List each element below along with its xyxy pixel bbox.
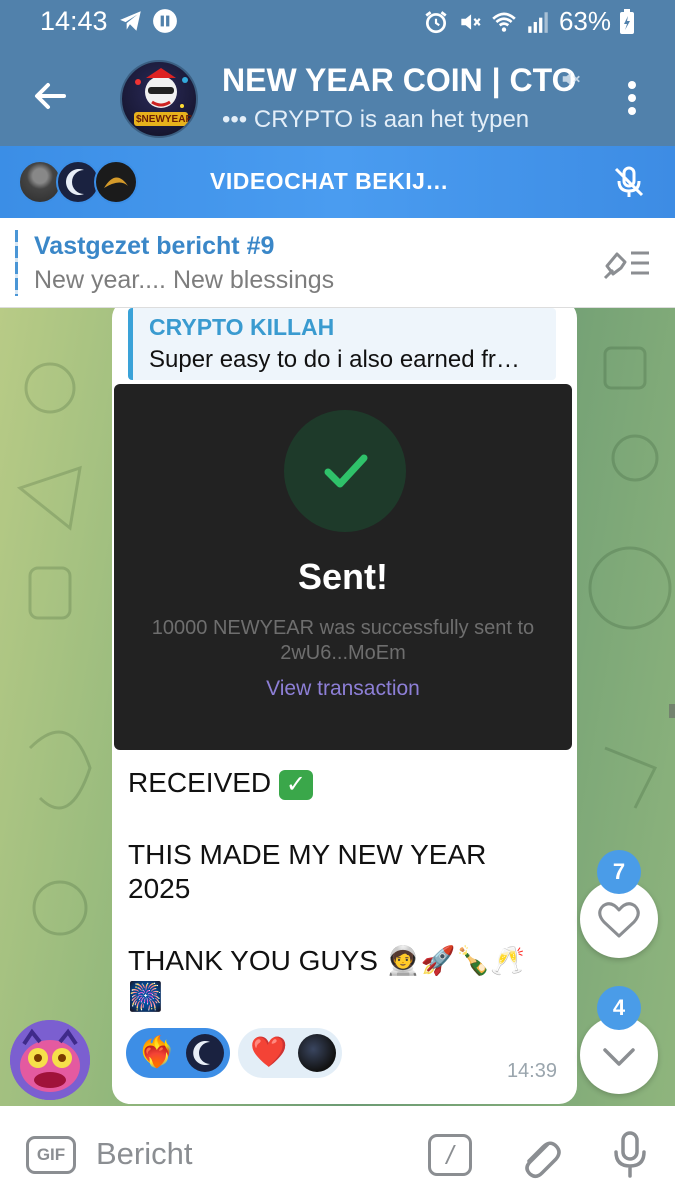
mute-vibrate-icon [461, 13, 481, 30]
reaction-emoji: ❤️‍🔥 [138, 1036, 176, 1069]
mic-icon[interactable] [610, 1130, 650, 1180]
status-left-icons [118, 8, 178, 34]
status-time: 14:43 [40, 6, 108, 36]
reply-quote[interactable]: CRYPTO KILLAH Super easy to do i also ea… [128, 308, 556, 380]
sent-title: Sent! [298, 556, 388, 597]
status-bar: 14:43 63% [0, 0, 675, 46]
background-doodle [28, 730, 92, 936]
message-line-firework: 🎆 [128, 981, 163, 1012]
signal-icon [528, 11, 548, 33]
reaction-emoji: ❤️ [250, 1036, 288, 1069]
typing-text: CRYPTO is aan het typen [253, 106, 530, 133]
unread-count-badge: 4 [597, 986, 641, 1030]
sender-avatar[interactable] [10, 1020, 90, 1100]
sent-line-1: 10000 NEWYEAR was successfully sent to [151, 617, 535, 639]
attach-icon[interactable] [518, 1132, 562, 1180]
message-input-bar: GIF Bericht / [0, 1106, 675, 1200]
wifi-icon [492, 12, 516, 32]
chat-header: $NEWYEAR NEW YEAR COIN | CTO ••• CRYPTO … [0, 46, 675, 146]
avatar-art [134, 68, 188, 126]
muted-speaker-icon [562, 72, 580, 86]
reactions-count-badge: 7 [597, 850, 641, 894]
videochat-label: VIDEOCHAT BEKIJ… [210, 168, 449, 194]
bot-commands-button[interactable]: / [428, 1134, 472, 1176]
pinned-text: New year.... New blessings [34, 266, 335, 294]
background-doodle [588, 346, 672, 809]
message-line-thanks: THANK YOU GUYS 🧑‍🚀🚀🍾🥂 [128, 945, 526, 976]
success-check-icon [284, 410, 406, 532]
chat-area[interactable]: CRYPTO KILLAH Super easy to do i also ea… [0, 308, 675, 1106]
chat-title[interactable]: NEW YEAR COIN | CTO [222, 62, 582, 99]
check-mark-emoji-icon: ✓ [278, 769, 313, 800]
gif-button[interactable]: GIF [26, 1136, 76, 1174]
message-image[interactable]: Sent! 10000 NEWYEAR was successfully sen… [114, 384, 572, 750]
battery-percent: 63% [558, 6, 611, 36]
participant-avatar [94, 160, 138, 204]
telegram-icon [120, 11, 141, 31]
battery-icon [620, 8, 634, 34]
mic-off-icon[interactable] [611, 164, 647, 200]
avatar-caption: $NEWYEAR [136, 114, 193, 125]
message-time: 14:39 [506, 1060, 557, 1082]
pause-icon [153, 9, 177, 33]
pinned-message-bar[interactable]: Vastgezet bericht #9 New year.... New bl… [0, 218, 675, 308]
sent-line-2: 2wU6...MoEm [280, 642, 406, 664]
pinned-indicator [15, 230, 18, 296]
message-input[interactable]: Bericht [96, 1136, 192, 1172]
message-line-new-year: THIS MADE MY NEW YEAR [128, 839, 487, 870]
message-line-received: RECEIVED ✓ [128, 766, 313, 800]
more-options-icon[interactable] [627, 80, 637, 116]
chat-avatar[interactable]: $NEWYEAR [120, 60, 198, 138]
typing-dots: ••• [222, 106, 248, 133]
back-arrow-icon[interactable] [30, 76, 70, 116]
reply-snippet: Super easy to do i also earned fr… [149, 346, 520, 373]
message-bubble[interactable]: CRYPTO KILLAH Super easy to do i also ea… [112, 308, 577, 1104]
reactor-avatar [298, 1034, 336, 1072]
background-doodle [16, 362, 82, 620]
reaction-fire-heart[interactable]: ❤️‍🔥 [126, 1028, 230, 1078]
pinned-list-icon[interactable] [603, 246, 651, 280]
scrollbar-thumb[interactable] [669, 704, 675, 718]
typing-status: ••• CRYPTO is aan het typen [222, 106, 529, 134]
reactor-avatar [186, 1034, 224, 1072]
videochat-bar[interactable]: VIDEOCHAT BEKIJ… [0, 146, 675, 218]
reply-author: CRYPTO KILLAH [149, 314, 335, 340]
alarm-icon [425, 10, 447, 33]
message-line-year: 2025 [128, 873, 191, 904]
status-right-icons: 63% [423, 6, 635, 37]
pinned-title: Vastgezet bericht #9 [34, 232, 275, 260]
received-text: RECEIVED [128, 767, 272, 798]
sent-description: 10000 NEWYEAR was successfully sent to 2… [114, 616, 572, 666]
reaction-heart[interactable]: ❤️ [238, 1028, 342, 1078]
view-transaction-link: View transaction [266, 677, 420, 700]
